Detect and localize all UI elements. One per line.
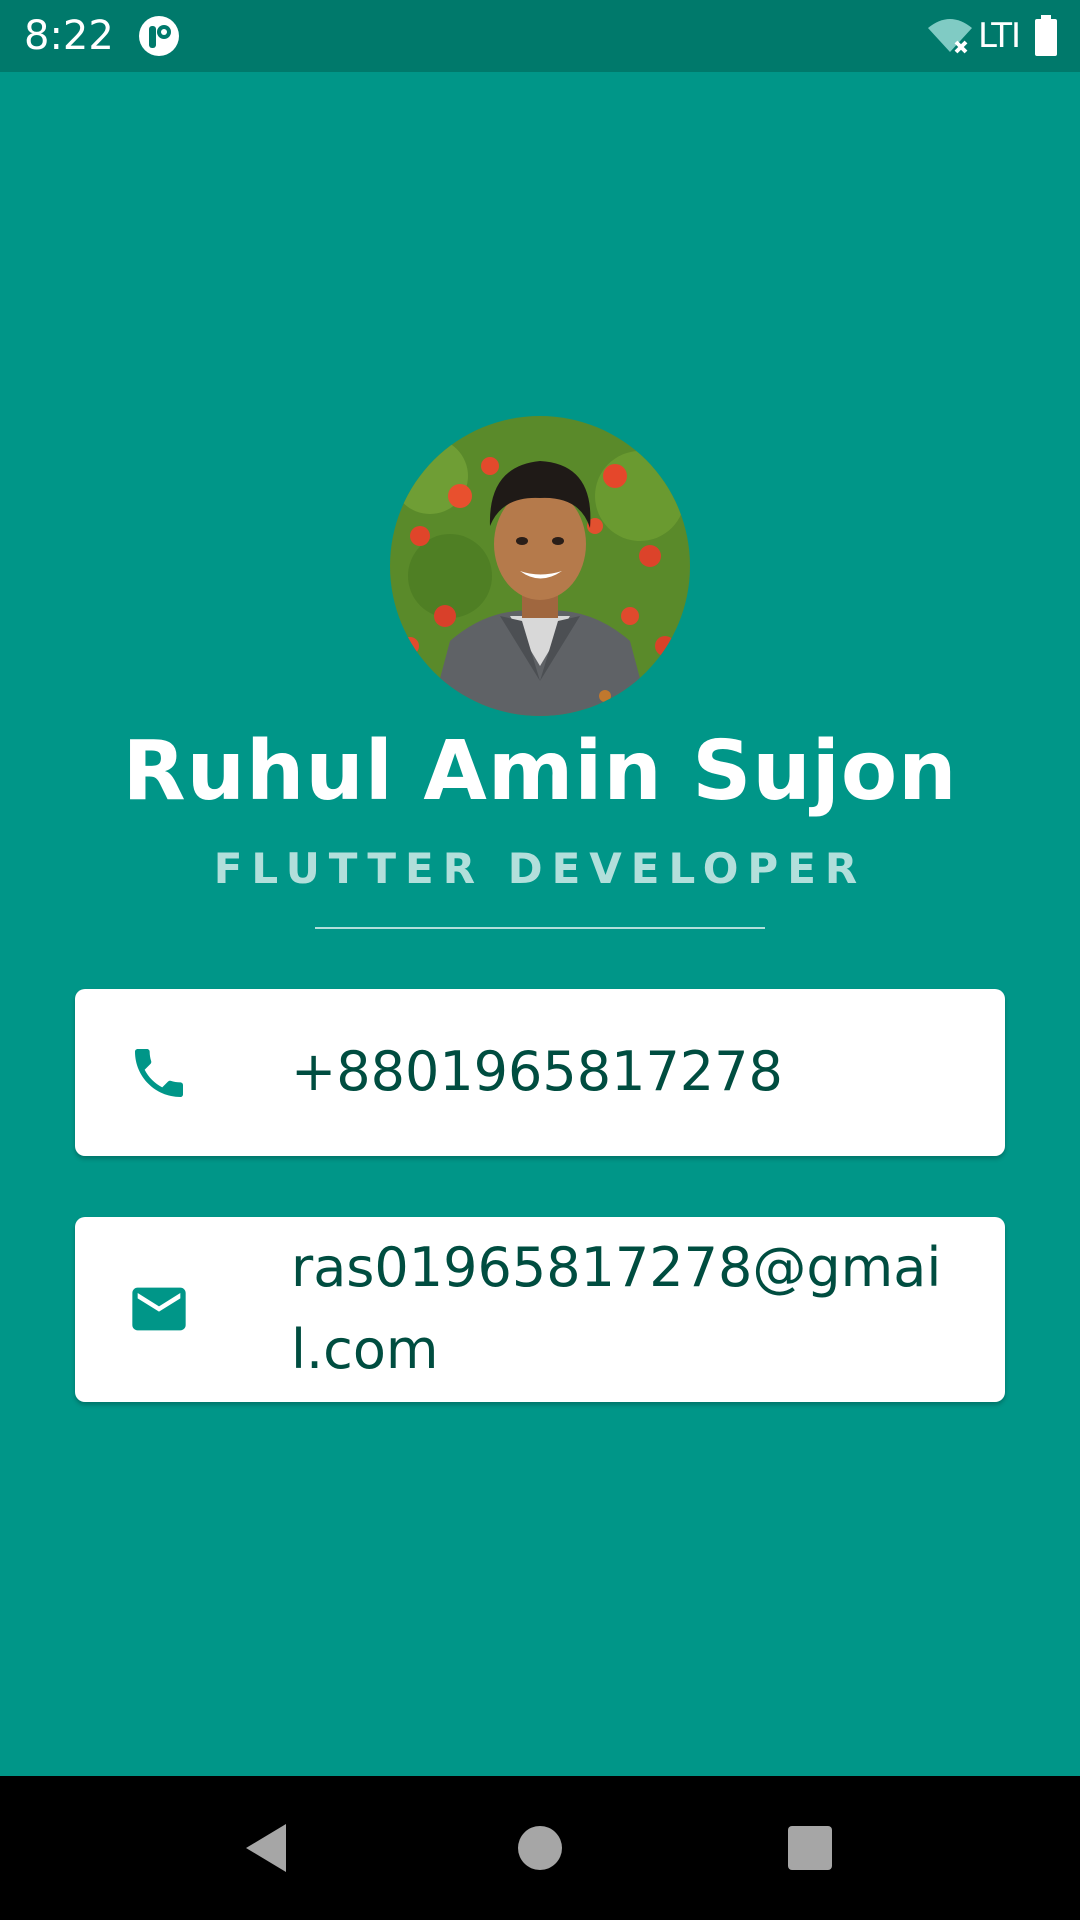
- navigation-bar: [0, 1776, 1080, 1920]
- recents-icon[interactable]: [774, 1812, 846, 1884]
- email-card[interactable]: ras01965817278@gmail.com: [75, 1217, 1005, 1402]
- mail-icon: [132, 1287, 186, 1331]
- email-address: ras01965817278@gmail.com: [291, 1236, 942, 1381]
- wifi-off-icon: [927, 19, 972, 54]
- phone-number: +8801965817278: [291, 1040, 783, 1103]
- avatar-photo: [390, 416, 690, 716]
- status-indicators: LTI: [926, 12, 1058, 60]
- home-icon[interactable]: [504, 1812, 576, 1884]
- status-bar: 8:22 LTI: [0, 0, 1080, 72]
- battery-icon: [1035, 15, 1057, 56]
- phone-card[interactable]: +8801965817278: [75, 989, 1005, 1156]
- network-type-label: LTI: [977, 16, 1021, 56]
- divider: [315, 927, 765, 929]
- back-icon[interactable]: [232, 1812, 304, 1884]
- profile-content: Ruhul Amin Sujon FLUTTER DEVELOPER +8801…: [0, 72, 1080, 1776]
- app-notification-icon: [139, 16, 179, 56]
- profile-title: FLUTTER DEVELOPER: [213, 844, 867, 893]
- avatar: [390, 416, 690, 716]
- status-time: 8:22: [24, 13, 114, 59]
- phone-icon: [135, 1049, 183, 1097]
- profile-name: Ruhul Amin Sujon: [122, 724, 958, 819]
